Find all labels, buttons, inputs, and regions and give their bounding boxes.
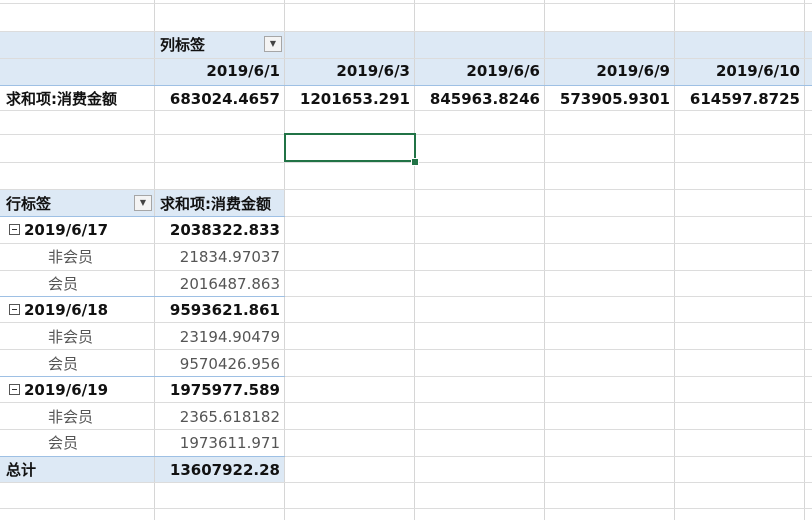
active-cell-selection[interactable]: [284, 133, 416, 162]
grand-total-value[interactable]: 13607922.28: [156, 457, 280, 483]
chevron-down-icon: ▼: [269, 39, 277, 48]
collapse-icon[interactable]: [9, 224, 20, 235]
group-total-value[interactable]: 1975977.589: [156, 377, 280, 403]
column-date-header[interactable]: 2019/6/1: [156, 58, 280, 84]
group-date-label[interactable]: 2019/6/17: [24, 217, 152, 243]
member-type-label[interactable]: 会员: [48, 271, 148, 297]
row-filter-button[interactable]: ▼: [134, 195, 152, 211]
gridline: [0, 3, 812, 4]
sum-value-cell[interactable]: 614597.8725: [676, 86, 800, 112]
member-value[interactable]: 1973611.971: [156, 430, 280, 456]
gridline: [674, 0, 675, 520]
gridline: [284, 0, 285, 520]
member-type-label[interactable]: 会员: [48, 351, 148, 377]
collapse-icon[interactable]: [9, 304, 20, 315]
member-type-label[interactable]: 会员: [48, 430, 148, 456]
grand-total-label[interactable]: 总计: [6, 457, 146, 483]
member-value[interactable]: 21834.97037: [156, 244, 280, 270]
value-header[interactable]: 求和项:消费金额: [160, 191, 292, 217]
column-date-header[interactable]: 2019/6/9: [546, 58, 670, 84]
group-date-label[interactable]: 2019/6/19: [24, 377, 152, 403]
column-date-header[interactable]: 2019/6/3: [286, 58, 410, 84]
sum-row-label[interactable]: 求和项:消费金额: [6, 86, 152, 112]
member-type-label[interactable]: 非会员: [48, 404, 148, 430]
sum-value-cell[interactable]: 845963.8246: [416, 86, 540, 112]
group-total-value[interactable]: 2038322.833: [156, 217, 280, 243]
row-labels-header[interactable]: 行标签: [6, 191, 106, 217]
member-value[interactable]: 23194.90479: [156, 324, 280, 350]
column-date-header[interactable]: 2019/6/6: [416, 58, 540, 84]
gridline: [0, 508, 812, 509]
gridline: [154, 0, 155, 520]
member-value[interactable]: 9570426.956: [156, 351, 280, 377]
gridline: [0, 162, 812, 163]
member-value[interactable]: 2016487.863: [156, 271, 280, 297]
filter-icon: ▼: [139, 198, 147, 207]
gridline: [544, 0, 545, 520]
sum-value-cell[interactable]: 573905.9301: [546, 86, 670, 112]
member-value[interactable]: 2365.618182: [156, 404, 280, 430]
sum-value-cell[interactable]: 683024.4657: [156, 86, 280, 112]
spreadsheet-grid[interactable]: 列标签 ▼ 2019/6/1 2019/6/3 2019/6/6 2019/6/…: [0, 0, 812, 520]
group-date-label[interactable]: 2019/6/18: [24, 297, 152, 323]
column-labels-header[interactable]: 列标签: [160, 32, 250, 58]
sum-value-cell[interactable]: 1201653.291: [286, 86, 410, 112]
column-date-header[interactable]: 2019/6/10: [676, 58, 800, 84]
collapse-icon[interactable]: [9, 384, 20, 395]
gridline: [414, 0, 415, 520]
gridline: [0, 189, 812, 190]
member-type-label[interactable]: 非会员: [48, 244, 148, 270]
column-filter-dropdown-button[interactable]: ▼: [264, 36, 282, 52]
fill-handle[interactable]: [411, 158, 419, 166]
group-total-value[interactable]: 9593621.861: [156, 297, 280, 323]
gridline: [804, 0, 805, 520]
gridline: [0, 31, 812, 32]
member-type-label[interactable]: 非会员: [48, 324, 148, 350]
